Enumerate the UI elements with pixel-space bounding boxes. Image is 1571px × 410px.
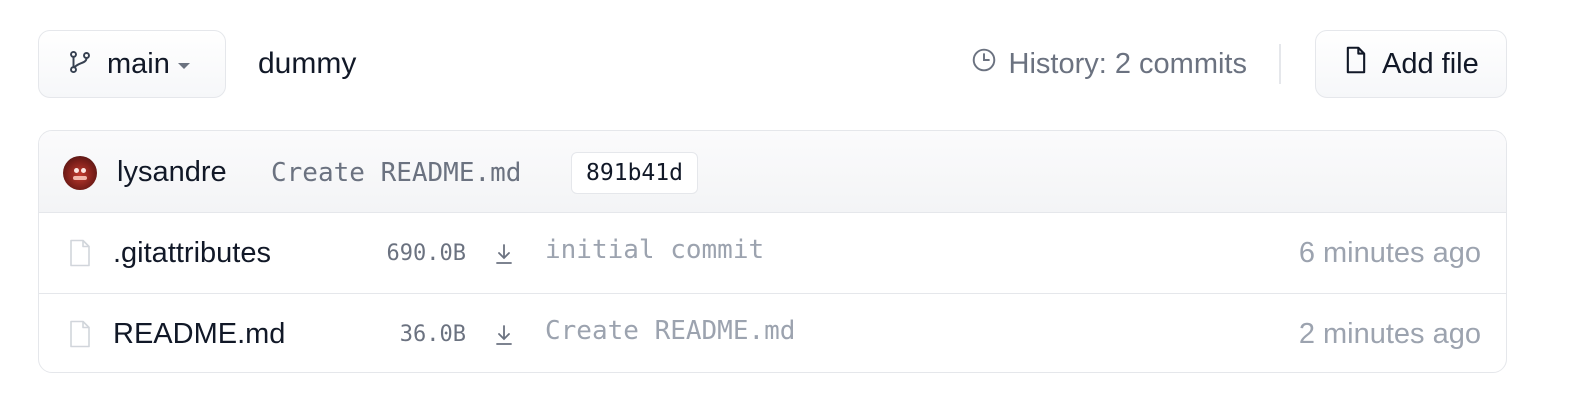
commit-author[interactable]: lysandre [117, 131, 227, 213]
file-name-link[interactable]: .gitattributes [113, 213, 285, 293]
file-commit-message[interactable]: Create README.md [545, 294, 795, 372]
commit-hash[interactable]: 891b41d [571, 152, 698, 194]
toolbar-divider [1279, 44, 1281, 84]
table-row: README.md 36.0B Create README.md 2 minut… [39, 293, 1506, 372]
chevron-down-icon [177, 62, 190, 69]
file-size: 36.0B [399, 322, 466, 347]
file-commit-message[interactable]: initial commit [545, 213, 764, 293]
branch-label: main [107, 47, 170, 80]
file-icon [1344, 46, 1382, 82]
repo-toolbar: main dummy History: 2 commits Add file [38, 30, 1507, 98]
add-file-label: Add file [1382, 47, 1479, 80]
table-row: .gitattributes 690.0B initial commit 6 m… [39, 213, 1506, 293]
repo-name: dummy [258, 47, 357, 80]
file-icon [69, 239, 91, 267]
download-icon[interactable] [495, 243, 513, 265]
file-size: 690.0B [386, 241, 466, 266]
file-table: lysandre Create README.md 891b41d .gitat… [38, 130, 1507, 373]
latest-commit-bar: lysandre Create README.md 891b41d [39, 131, 1506, 213]
file-time: 6 minutes ago [1298, 237, 1481, 269]
avatar[interactable] [63, 156, 97, 190]
history-label: History: 2 commits [1008, 47, 1247, 80]
clock-icon [971, 47, 1009, 81]
history-link[interactable]: History: 2 commits [971, 30, 1247, 98]
file-time: 2 minutes ago [1298, 318, 1481, 350]
file-icon [69, 320, 91, 348]
download-icon[interactable] [495, 324, 513, 346]
file-name-link[interactable]: README.md [113, 294, 285, 372]
add-file-button[interactable]: Add file [1315, 30, 1507, 98]
commit-message[interactable]: Create README.md [271, 131, 521, 213]
branch-selector-button[interactable]: main [38, 30, 226, 98]
branch-icon [67, 49, 93, 80]
